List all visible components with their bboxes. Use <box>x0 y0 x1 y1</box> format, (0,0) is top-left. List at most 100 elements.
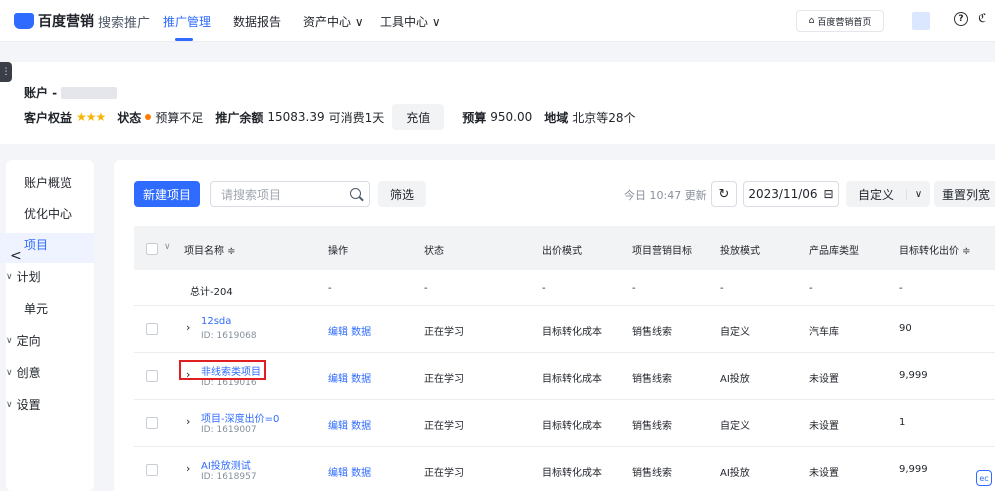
sidebar-group-settings[interactable]: ∨ 设置 <box>6 396 41 413</box>
nav-tab-asset-center[interactable]: 资产中心 ∨ <box>303 13 364 30</box>
total-cell: - <box>328 283 332 294</box>
account-summary-panel <box>0 62 995 144</box>
total-cell: - <box>720 283 724 294</box>
sidebar-group-label: 设置 <box>16 398 41 412</box>
chevron-down-icon[interactable]: ∨ <box>906 188 930 200</box>
floating-assistant-icon[interactable]: ec <box>976 470 992 486</box>
sidebar-group-label: 定向 <box>16 334 41 348</box>
last-updated-text: 今日 10:47 更新 <box>624 189 707 202</box>
delivery-mode-cell: AI投放 <box>720 468 750 479</box>
row-checkbox[interactable] <box>146 417 158 429</box>
search-input[interactable]: 请搜索项目 <box>210 181 370 207</box>
chevron-down-icon: ∨ <box>6 367 13 378</box>
total-cell: - <box>424 283 428 294</box>
custom-columns-dropdown[interactable]: 自定义 ∨ <box>846 181 930 207</box>
marketing-goal-cell: 销售线索 <box>632 421 672 432</box>
edit-data-links[interactable]: 编辑 数据 <box>328 464 371 479</box>
column-header-delivery-mode: 投放模式 <box>720 246 760 257</box>
sidebar-item-unit[interactable]: 单元 <box>24 300 48 317</box>
delivery-mode-cell: 自定义 <box>720 421 750 432</box>
refresh-icon[interactable]: ↻ <box>711 181 737 207</box>
expand-row-icon[interactable]: › <box>186 321 190 334</box>
account-title: 账户 - <box>24 84 118 101</box>
status-cell: 正在学习 <box>424 468 464 479</box>
filter-button[interactable]: 筛选 <box>378 181 426 207</box>
project-name-link[interactable]: AI投放测试 <box>201 457 251 472</box>
table-row-total <box>134 270 995 306</box>
total-cell: - <box>542 283 546 294</box>
edit-data-links[interactable]: 编辑 数据 <box>328 323 371 338</box>
status-cell: 正在学习 <box>424 421 464 432</box>
sidebar-item-account-overview[interactable]: 账户概览 <box>24 174 72 191</box>
search-placeholder: 请搜索项目 <box>221 187 282 202</box>
expand-row-icon[interactable]: › <box>186 415 190 428</box>
sidebar-group-plan[interactable]: ∨ 计划 <box>6 268 41 285</box>
balance-value: 15083.39 <box>267 110 325 124</box>
budget-value[interactable]: 950.00 <box>490 110 532 124</box>
calendar-icon: ⊟ <box>823 187 834 201</box>
collapse-handle-icon[interactable]: ⋮ <box>0 62 12 82</box>
nav-tab-promotion-management[interactable]: 推广管理 <box>163 13 211 30</box>
new-project-button[interactable]: 新建项目 <box>134 181 200 207</box>
recharge-button[interactable]: 充值 <box>392 104 445 130</box>
select-all-checkbox[interactable] <box>146 243 158 255</box>
rating-stars-icon: ★★★ <box>76 110 106 124</box>
row-checkbox[interactable] <box>146 370 158 382</box>
avatar[interactable] <box>912 12 930 30</box>
delivery-mode-cell: AI投放 <box>720 374 750 385</box>
help-icon[interactable]: ? <box>954 12 968 26</box>
row-checkbox[interactable] <box>146 323 158 335</box>
budget-label: 预算 <box>462 110 487 125</box>
sidebar-group-creative[interactable]: ∨ 创意 <box>6 364 41 381</box>
sidebar-item-project[interactable]: 项目 <box>24 236 48 253</box>
project-name-link[interactable]: 项目-深度出价=0 <box>201 410 279 425</box>
target-bid-cell[interactable]: 90 <box>899 323 912 334</box>
column-header-target-bid[interactable]: 目标转化出价 ≑ <box>899 242 971 257</box>
project-id: ID: 1619068 <box>201 331 257 341</box>
home-icon: ⌂ <box>808 16 815 26</box>
switch-icon[interactable]: ℭ <box>978 11 986 25</box>
collapse-arrow-icon[interactable]: < <box>10 248 22 264</box>
baidu-marketing-home-button[interactable]: ⌂ 百度营销首页 <box>796 10 884 32</box>
search-icon[interactable] <box>350 188 361 199</box>
product-library-cell: 未设置 <box>809 468 839 479</box>
reset-column-width-button[interactable]: 重置列宽 <box>934 181 995 207</box>
chevron-down-icon: ∨ <box>6 399 13 410</box>
marketing-goal-cell: 销售线索 <box>632 327 672 338</box>
annotation-highlight-box <box>179 360 266 380</box>
chevron-down-icon[interactable]: ∨ <box>164 242 171 252</box>
home-button-label: 百度营销首页 <box>817 17 872 28</box>
status-value: 预算不足 <box>155 110 204 125</box>
bid-mode-cell: 目标转化成本 <box>542 374 602 385</box>
date-value: 2023/11/06 <box>748 187 818 201</box>
logo-subtitle: 搜索推广 <box>98 15 151 31</box>
status-cell: 正在学习 <box>424 327 464 338</box>
top-nav-bar: 百度营销 搜索推广 推广管理 数据报告 资产中心 ∨ 工具中心 ∨ ⌂ 百度营销… <box>0 0 995 42</box>
account-title-label: 账户 - <box>24 86 58 100</box>
logo-text: 百度营销 <box>38 14 94 30</box>
total-cell: - <box>809 283 813 294</box>
nav-tab-tool-center[interactable]: 工具中心 ∨ <box>380 13 441 30</box>
bid-mode-cell: 目标转化成本 <box>542 468 602 479</box>
project-id: ID: 1619007 <box>201 425 257 435</box>
nav-tab-data-report[interactable]: 数据报告 <box>233 13 281 30</box>
region-value[interactable]: 北京等28个 <box>572 109 635 126</box>
chevron-down-icon: ∨ <box>6 271 13 282</box>
baidu-marketing-logo[interactable]: 百度营销 搜索推广 <box>14 11 150 31</box>
expand-row-icon[interactable]: › <box>186 462 190 475</box>
sidebar-item-optimization-center[interactable]: 优化中心 <box>24 205 72 222</box>
sidebar-group-targeting[interactable]: ∨ 定向 <box>6 332 41 349</box>
marketing-goal-cell: 销售线索 <box>632 468 672 479</box>
edit-data-links[interactable]: 编辑 数据 <box>328 370 371 385</box>
column-header-project-name[interactable]: 项目名称 ≑ <box>184 242 236 257</box>
consumable-days: 可消费1天 <box>328 110 385 125</box>
target-bid-cell[interactable]: 9,999 <box>899 464 928 475</box>
date-picker[interactable]: 2023/11/06 ⊟ <box>743 181 839 207</box>
project-name-link[interactable]: 12sda <box>201 316 231 327</box>
row-checkbox[interactable] <box>146 464 158 476</box>
target-bid-cell[interactable]: 9,999 <box>899 370 928 381</box>
delivery-mode-cell: 自定义 <box>720 327 750 338</box>
marketing-goal-cell: 销售线索 <box>632 374 672 385</box>
target-bid-cell[interactable]: 1 <box>899 417 905 428</box>
edit-data-links[interactable]: 编辑 数据 <box>328 417 371 432</box>
